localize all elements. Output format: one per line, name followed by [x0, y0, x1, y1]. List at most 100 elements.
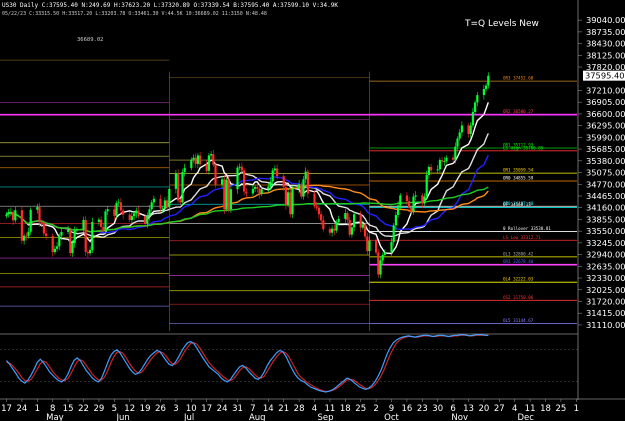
symbol-info-line: US30 Daily C:37595.40 N:249.69 H:37623.2…	[2, 2, 338, 9]
price-tick-label: 36600.00	[586, 109, 625, 119]
candle-body	[348, 220, 351, 235]
price-tick-label: 32635.00	[586, 261, 625, 271]
candle-body	[344, 213, 347, 219]
chart-title: T=Q Levels New	[464, 19, 539, 29]
candle-body	[414, 195, 417, 197]
price-tick-label: 36295.00	[586, 121, 625, 131]
level-label: OL3 32880.42	[503, 251, 534, 256]
level-label: OR2 36580.27	[503, 109, 534, 114]
candle-body	[291, 188, 294, 215]
time-tick-label: 30	[432, 404, 443, 414]
level-label: LS Low 33312.71	[503, 235, 541, 240]
candle-body	[106, 209, 109, 212]
price-tick-label: 37210.00	[586, 85, 625, 95]
candle-body	[245, 191, 248, 194]
candle-body	[207, 155, 210, 171]
candle-body	[469, 125, 472, 134]
month-label: Nov	[451, 413, 468, 421]
candle-body	[397, 205, 400, 216]
candle-body	[36, 207, 39, 210]
candle-body	[430, 166, 433, 171]
candle-body	[485, 85, 488, 89]
price-tick-label: 38125.00	[586, 50, 625, 60]
candle-body	[161, 208, 164, 210]
time-tick-label: 18	[540, 404, 551, 414]
time-tick-label: 17	[1, 404, 12, 414]
candle-body	[405, 195, 408, 202]
time-tick-label: 26	[155, 404, 166, 414]
candle-body	[183, 168, 186, 172]
candle-body	[438, 160, 441, 170]
candle-body	[159, 198, 162, 209]
price-tick-label: 35685.00	[586, 144, 625, 154]
candle-body	[166, 200, 169, 208]
candle-body	[315, 206, 318, 208]
level-label: OR3 32678.40	[503, 259, 534, 264]
level-label: OL5 31144.67	[503, 318, 534, 323]
price-tick-label: 34465.00	[586, 191, 625, 201]
time-tick-label: 16	[401, 404, 412, 414]
level-label: OR0 34855.59	[503, 175, 534, 180]
candle-body	[304, 171, 307, 180]
price-tick-label: 32025.00	[586, 285, 625, 295]
candle-body	[337, 218, 340, 222]
candle-body	[194, 157, 197, 164]
candle-body	[368, 240, 371, 252]
candle-body	[130, 216, 133, 221]
candle-body	[377, 252, 380, 275]
candle-body	[408, 201, 411, 208]
candle-body	[287, 192, 290, 206]
time-tick-label: 28	[294, 404, 305, 414]
candle-body	[115, 203, 118, 216]
candle-body	[9, 211, 12, 213]
candle-body	[89, 249, 92, 254]
candle-body	[148, 209, 151, 216]
price-tick-label: 35380.00	[586, 156, 625, 166]
candle-body	[119, 202, 122, 211]
candle-body	[5, 214, 8, 217]
candle-body	[82, 220, 85, 230]
candle-body	[346, 213, 349, 221]
price-tick-label: 38430.00	[586, 39, 625, 49]
candle-body	[456, 138, 459, 147]
candle-body	[436, 169, 439, 171]
candle-body	[441, 160, 444, 162]
candle-body	[298, 184, 301, 189]
candle-body	[243, 170, 246, 192]
time-tick-label: 31	[232, 404, 243, 414]
candle-body	[177, 173, 180, 201]
candle-body	[29, 209, 32, 232]
price-tick-label: 33855.00	[586, 214, 625, 224]
candle-body	[179, 200, 182, 203]
candle-body	[205, 164, 208, 171]
price-tick-label: 36905.00	[586, 97, 625, 107]
candle-body	[214, 164, 217, 185]
candle-body	[383, 252, 386, 255]
candle-body	[333, 228, 336, 231]
candle-body	[225, 179, 228, 210]
candle-body	[86, 251, 89, 254]
candle-body	[69, 229, 72, 254]
candle-body	[122, 210, 125, 215]
price-tick-label: 31720.00	[586, 296, 625, 306]
candle-body	[51, 235, 54, 253]
price-tick-label: 32330.00	[586, 273, 625, 283]
last-price-label: 37595.40	[585, 71, 625, 81]
candle-body	[221, 179, 224, 185]
candle-body	[238, 166, 241, 168]
month-label: Jul	[183, 413, 194, 421]
month-label: Jun	[115, 413, 129, 421]
candle-body	[375, 240, 378, 253]
candle-body	[471, 112, 474, 126]
candle-body	[487, 75, 490, 86]
candle-body	[45, 233, 48, 236]
candle-body	[56, 246, 59, 249]
time-tick-label: 27	[494, 404, 505, 414]
price-tick-label: 33550.00	[586, 226, 625, 236]
time-tick-label: 19	[140, 404, 151, 414]
level-label: OF 34168.13	[503, 202, 531, 207]
candle-body	[260, 189, 263, 194]
candle-body	[379, 260, 382, 275]
candle-body	[467, 125, 470, 134]
candle-body	[394, 215, 397, 226]
